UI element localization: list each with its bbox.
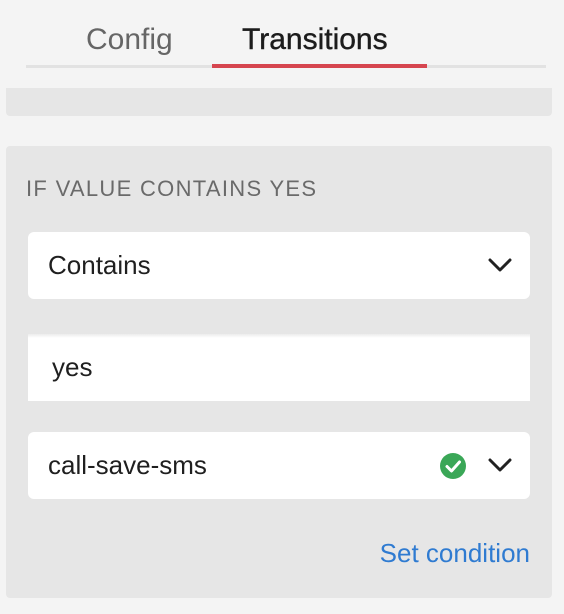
condition-panel: IF VALUE CONTAINS YES Contains call-save… <box>6 146 552 598</box>
operator-select[interactable]: Contains <box>28 232 530 299</box>
target-select-value: call-save-sms <box>48 450 207 480</box>
target-select[interactable]: call-save-sms <box>28 432 530 499</box>
tab-bar: Config Transitions <box>26 0 546 68</box>
previous-section-panel <box>6 88 552 116</box>
value-input[interactable] <box>28 334 530 401</box>
check-circle-icon <box>440 453 466 479</box>
chevron-down-icon <box>488 458 512 472</box>
transitions-panel: Config Transitions IF VALUE CONTAINS YES… <box>0 0 564 614</box>
value-input-field <box>28 334 530 401</box>
tab-transitions[interactable]: Transitions <box>242 20 388 60</box>
tab-config[interactable]: Config <box>86 20 173 60</box>
condition-heading: IF VALUE CONTAINS YES <box>26 176 318 201</box>
operator-select-value: Contains <box>48 250 151 280</box>
chevron-down-icon <box>488 258 512 272</box>
active-tab-indicator <box>212 64 427 68</box>
set-condition-link[interactable]: Set condition <box>380 538 530 569</box>
